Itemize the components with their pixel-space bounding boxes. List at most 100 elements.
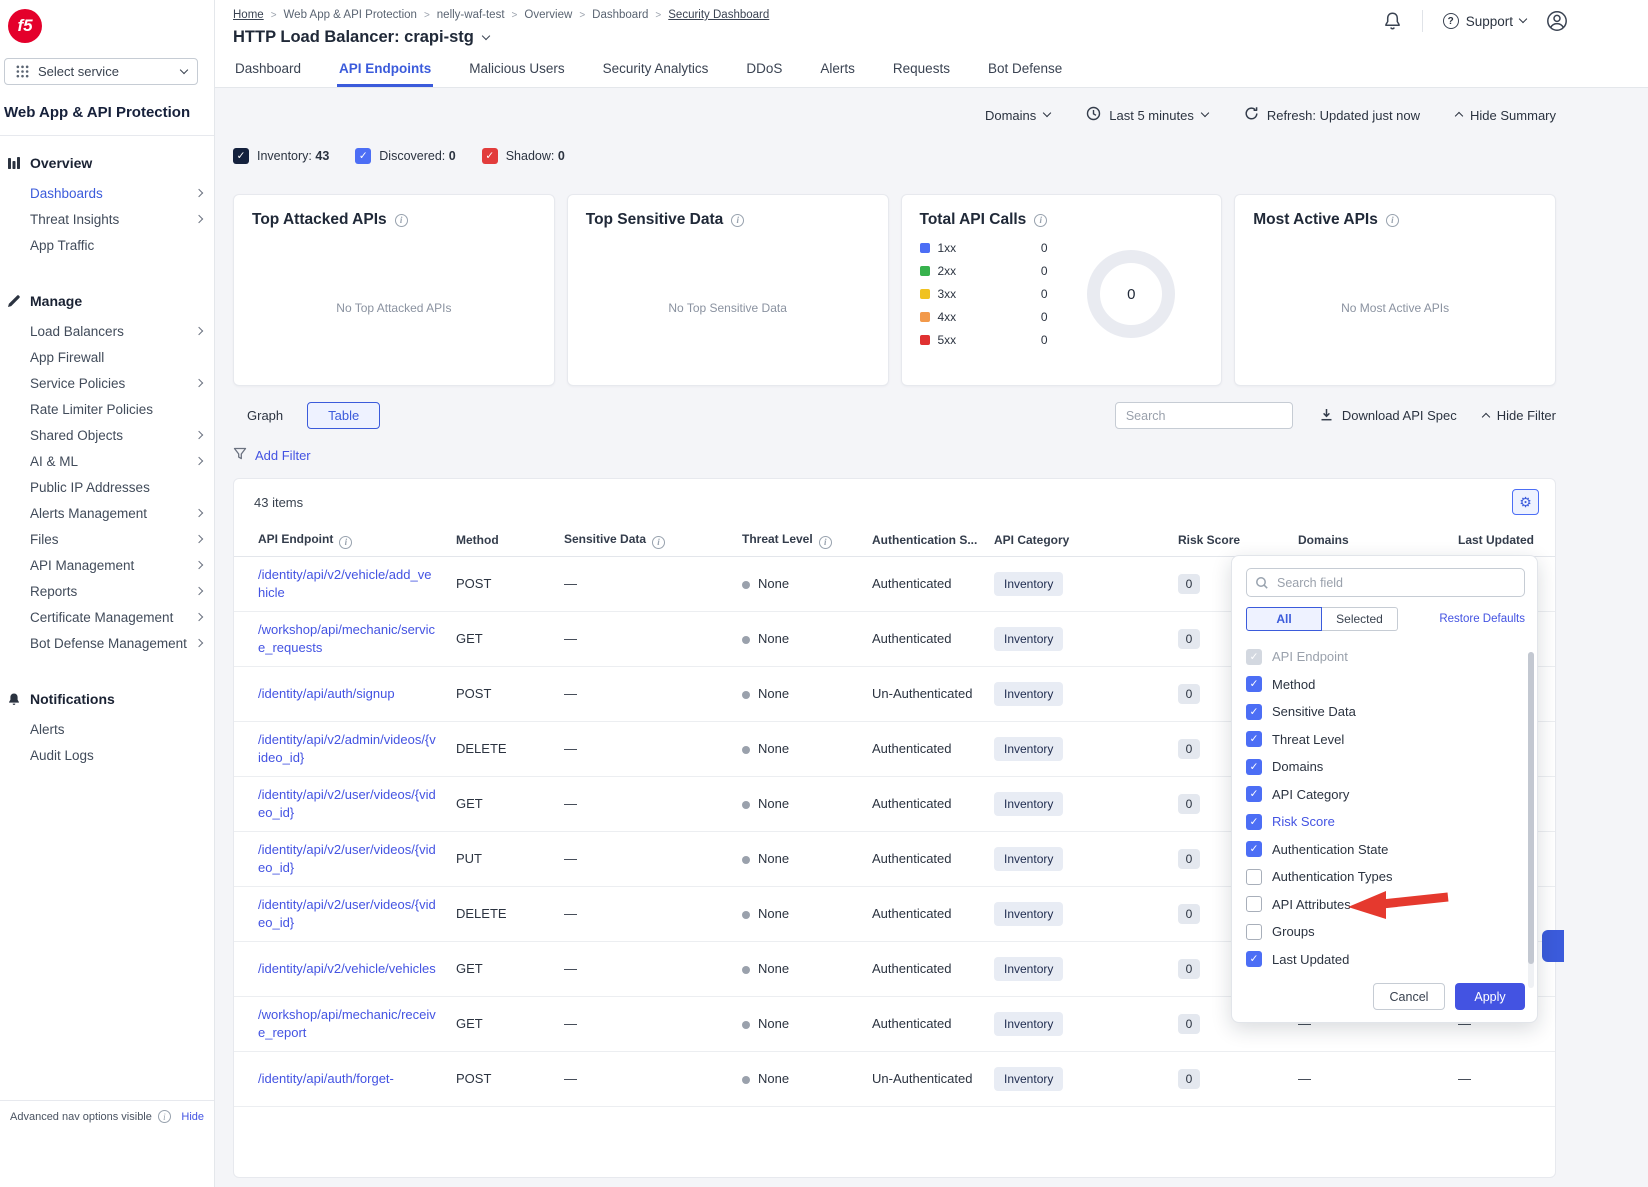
column-option-groups[interactable]: Groups [1246, 918, 1525, 946]
api-endpoint-link[interactable]: /workshop/api/mechanic/receive_report [258, 1006, 436, 1040]
column-option-authentication-types[interactable]: Authentication Types [1246, 863, 1525, 891]
sidebar-item-certificate-management[interactable]: Certificate Management [6, 604, 214, 630]
add-filter-button[interactable]: Add Filter [233, 447, 311, 464]
checkbox-icon[interactable]: ✓ [1246, 786, 1262, 802]
column-option-method[interactable]: ✓Method [1246, 671, 1525, 699]
apply-button[interactable]: Apply [1455, 983, 1525, 1010]
card-top-sensitive-data: Top Sensitive DataiNo Top Sensitive Data [567, 194, 889, 386]
sidebar-item-alerts-management[interactable]: Alerts Management [6, 500, 214, 526]
floating-button-fragment[interactable] [1542, 930, 1564, 962]
tab-api-endpoints[interactable]: API Endpoints [337, 53, 433, 87]
checkbox-icon[interactable] [1246, 869, 1262, 885]
sidebar-item-alerts[interactable]: Alerts [6, 716, 214, 742]
api-endpoint-link[interactable]: /workshop/api/mechanic/service_requests [258, 621, 436, 655]
breadcrumb-web-app-api-protection[interactable]: Web App & API Protection [284, 9, 417, 21]
api-endpoint-link[interactable]: /identity/api/v2/user/videos/{video_id} [258, 786, 436, 820]
tab-malicious-users[interactable]: Malicious Users [467, 53, 566, 87]
checkbox-icon[interactable]: ✓ [1246, 704, 1262, 720]
scrollbar-thumb[interactable] [1528, 652, 1534, 964]
checkbox-icon[interactable] [1246, 924, 1262, 940]
counter-discovered[interactable]: ✓Discovered: 0 [355, 148, 455, 164]
table-view-button[interactable]: Table [307, 402, 380, 429]
f5-logo[interactable]: f5 [8, 9, 42, 43]
tab-security-analytics[interactable]: Security Analytics [601, 53, 711, 87]
hide-filter-toggle[interactable]: Hide Filter [1483, 408, 1556, 423]
hide-summary-toggle[interactable]: Hide Summary [1456, 108, 1556, 123]
checkbox-icon[interactable]: ✓ [233, 148, 249, 164]
api-endpoint-link[interactable]: /identity/api/auth/forget- [258, 1070, 436, 1087]
sidebar-item-public-ip-addresses[interactable]: Public IP Addresses [6, 474, 214, 500]
sidebar-item-api-management[interactable]: API Management [6, 552, 214, 578]
graph-view-button[interactable]: Graph [233, 403, 297, 428]
sidebar-item-service-policies[interactable]: Service Policies [6, 370, 214, 396]
breadcrumb-overview[interactable]: Overview [524, 9, 572, 21]
tab-bot-defense[interactable]: Bot Defense [986, 53, 1064, 87]
column-option-api-category[interactable]: ✓API Category [1246, 781, 1525, 809]
column-option-authentication-state[interactable]: ✓Authentication State [1246, 836, 1525, 864]
api-endpoint-link[interactable]: /identity/api/v2/admin/videos/{video_id} [258, 731, 436, 765]
sidebar-item-files[interactable]: Files [6, 526, 214, 552]
scrollbar-track[interactable] [1528, 652, 1534, 988]
checkbox-icon[interactable]: ✓ [1246, 841, 1262, 857]
domains-dropdown[interactable]: Domains [985, 108, 1050, 123]
sidebar-item-threat-insights[interactable]: Threat Insights [6, 206, 214, 232]
breadcrumb-security-dashboard[interactable]: Security Dashboard [668, 9, 769, 21]
api-endpoint-link[interactable]: /identity/api/auth/signup [258, 685, 436, 702]
counter-inventory[interactable]: ✓Inventory: 43 [233, 148, 329, 164]
service-selector[interactable]: Select service [4, 58, 198, 85]
tab-ddos[interactable]: DDoS [744, 53, 784, 87]
breadcrumb-home[interactable]: Home [233, 9, 264, 21]
filter-tab-all[interactable]: All [1246, 607, 1322, 631]
sidebar-item-dashboards[interactable]: Dashboards [6, 180, 214, 206]
column-option-risk-score[interactable]: ✓Risk Score [1246, 808, 1525, 836]
tab-alerts[interactable]: Alerts [818, 53, 857, 87]
sidebar-item-app-traffic[interactable]: App Traffic [6, 232, 214, 258]
api-endpoint-link[interactable]: /identity/api/v2/vehicle/vehicles [258, 960, 436, 977]
checkbox-icon[interactable]: ✓ [1246, 814, 1262, 830]
column-option-api-endpoint[interactable]: ✓API Endpoint [1246, 643, 1525, 671]
chevron-down-icon[interactable] [482, 31, 490, 39]
account-avatar[interactable] [1546, 10, 1568, 32]
checkbox-icon[interactable] [1246, 896, 1262, 912]
api-endpoint-link[interactable]: /identity/api/v2/user/videos/{video_id} [258, 841, 436, 875]
sidebar-item-ai-ml[interactable]: AI & ML [6, 448, 214, 474]
sidebar-item-load-balancers[interactable]: Load Balancers [6, 318, 214, 344]
counter-shadow[interactable]: ✓Shadow: 0 [482, 148, 565, 164]
hide-nav-link[interactable]: Hide [181, 1111, 204, 1123]
column-option-last-updated[interactable]: ✓Last Updated [1246, 946, 1525, 974]
search-input[interactable] [1115, 402, 1293, 429]
breadcrumb-dashboard[interactable]: Dashboard [592, 9, 648, 21]
checkbox-icon[interactable]: ✓ [1246, 759, 1262, 775]
column-settings-button[interactable]: ⚙ [1512, 489, 1539, 515]
column-option-domains[interactable]: ✓Domains [1246, 753, 1525, 781]
checkbox-icon[interactable]: ✓ [355, 148, 371, 164]
sidebar-item-app-firewall[interactable]: App Firewall [6, 344, 214, 370]
checkbox-icon[interactable]: ✓ [1246, 731, 1262, 747]
category-badge: Inventory [994, 1012, 1063, 1036]
support-menu[interactable]: ? Support [1443, 13, 1526, 29]
tab-dashboard[interactable]: Dashboard [233, 53, 303, 87]
sidebar-item-reports[interactable]: Reports [6, 578, 214, 604]
filter-tab-selected[interactable]: Selected [1322, 607, 1398, 631]
legend-item-5xx: 5xx0 [920, 333, 1048, 347]
api-endpoint-link[interactable]: /identity/api/v2/vehicle/add_vehicle [258, 566, 436, 600]
sidebar-item-bot-defense-management[interactable]: Bot Defense Management [6, 630, 214, 656]
column-option-threat-level[interactable]: ✓Threat Level [1246, 726, 1525, 754]
cancel-button[interactable]: Cancel [1373, 983, 1445, 1010]
tab-requests[interactable]: Requests [891, 53, 952, 87]
sidebar-item-audit-logs[interactable]: Audit Logs [6, 742, 214, 768]
notifications-bell-icon[interactable] [1383, 11, 1402, 31]
checkbox-icon[interactable]: ✓ [482, 148, 498, 164]
breadcrumb-nelly-waf-test[interactable]: nelly-waf-test [437, 9, 505, 21]
checkbox-icon[interactable]: ✓ [1246, 951, 1262, 967]
time-range-dropdown[interactable]: Last 5 minutes [1086, 106, 1208, 124]
api-endpoint-link[interactable]: /identity/api/v2/user/videos/{video_id} [258, 896, 436, 930]
sidebar-item-rate-limiter-policies[interactable]: Rate Limiter Policies [6, 396, 214, 422]
restore-defaults-link[interactable]: Restore Defaults [1439, 613, 1525, 625]
refresh-button[interactable]: Refresh: Updated just now [1244, 106, 1420, 124]
sidebar-item-shared-objects[interactable]: Shared Objects [6, 422, 214, 448]
column-option-sensitive-data[interactable]: ✓Sensitive Data [1246, 698, 1525, 726]
column-search-input[interactable] [1246, 568, 1525, 597]
download-api-spec-button[interactable]: Download API Spec [1319, 407, 1457, 425]
checkbox-icon[interactable]: ✓ [1246, 676, 1262, 692]
